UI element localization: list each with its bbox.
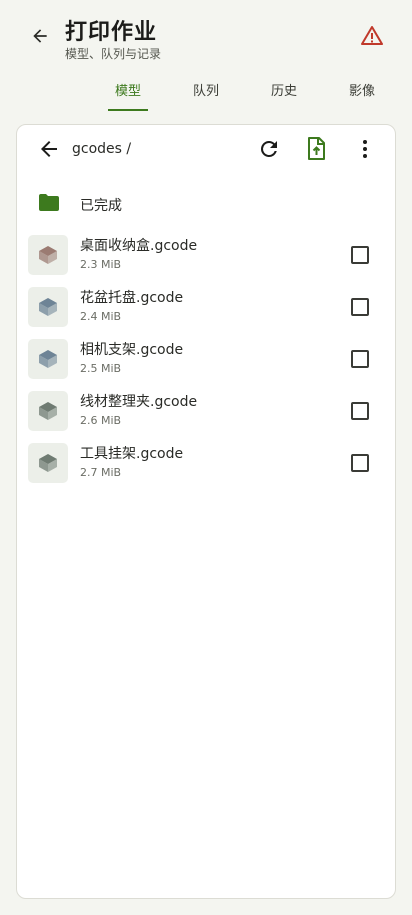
model-thumbnail <box>28 287 68 327</box>
cube-icon <box>39 402 57 420</box>
active-tab-indicator <box>108 109 148 111</box>
file-row[interactable]: 线材整理夹.gcode 2.6 MiB <box>17 387 397 435</box>
file-upload-icon <box>308 137 325 160</box>
file-name: 线材整理夹.gcode <box>80 394 198 410</box>
refresh-button[interactable] <box>257 137 281 161</box>
tab-history[interactable]: 历史 <box>254 80 314 99</box>
file-checkbox[interactable] <box>351 454 369 472</box>
model-thumbnail <box>28 443 68 483</box>
back-button[interactable] <box>26 22 54 50</box>
file-checkbox[interactable] <box>351 246 369 264</box>
file-checkbox[interactable] <box>351 402 369 420</box>
page-title: 打印作业 <box>65 20 158 45</box>
warning-button[interactable] <box>359 24 385 48</box>
cube-icon <box>39 298 57 316</box>
model-thumbnail <box>28 235 68 275</box>
file-row[interactable]: 花盆托盘.gcode 2.4 MiB <box>17 283 397 331</box>
app-bar: 打印作业 模型、队列与记录 <box>0 0 412 72</box>
current-path: gcodes / <box>72 141 132 157</box>
file-name: 相机支架.gcode <box>80 342 184 358</box>
file-row[interactable]: 桌面收纳盒.gcode 2.3 MiB <box>17 231 397 279</box>
file-size: 2.6 MiB <box>80 414 122 427</box>
file-name: 工具挂架.gcode <box>80 446 184 462</box>
folder-label: 已完成 <box>80 198 122 214</box>
file-size: 2.5 MiB <box>80 362 122 375</box>
file-checkbox[interactable] <box>351 298 369 316</box>
tab-bar: 模型 队列 历史 影像 <box>88 72 412 112</box>
model-thumbnail <box>28 339 68 379</box>
cube-icon <box>39 246 57 264</box>
more-vertical-icon <box>363 140 367 158</box>
file-browser-card: gcodes / 已完成 桌面收纳盒.gcode 2.3 MiB 花盆托盘.gc… <box>16 124 396 899</box>
browser-toolbar: gcodes / <box>17 125 397 173</box>
file-name: 桌面收纳盒.gcode <box>80 238 198 254</box>
cube-icon <box>39 454 57 472</box>
file-row[interactable]: 相机支架.gcode 2.5 MiB <box>17 335 397 383</box>
more-options-button[interactable] <box>353 137 377 161</box>
page-subtitle: 模型、队列与记录 <box>65 47 162 61</box>
tab-models[interactable]: 模型 <box>98 80 158 99</box>
file-size: 2.3 MiB <box>80 258 122 271</box>
arrow-left-icon <box>33 29 47 43</box>
file-name: 花盆托盘.gcode <box>80 290 184 306</box>
tab-media[interactable]: 影像 <box>332 80 392 99</box>
folder-up-button[interactable] <box>37 137 61 161</box>
cube-icon <box>39 350 57 368</box>
file-size: 2.7 MiB <box>80 466 122 479</box>
folder-item[interactable]: 已完成 <box>17 185 397 223</box>
file-row[interactable]: 工具挂架.gcode 2.7 MiB <box>17 439 397 487</box>
file-size: 2.4 MiB <box>80 310 122 323</box>
folder-icon <box>39 194 59 211</box>
warning-icon <box>361 26 383 45</box>
upload-file-button[interactable] <box>304 136 328 162</box>
arrow-left-icon <box>41 141 57 157</box>
model-thumbnail <box>28 391 68 431</box>
tab-queue[interactable]: 队列 <box>176 80 236 99</box>
file-checkbox[interactable] <box>351 350 369 368</box>
refresh-icon <box>261 141 277 157</box>
